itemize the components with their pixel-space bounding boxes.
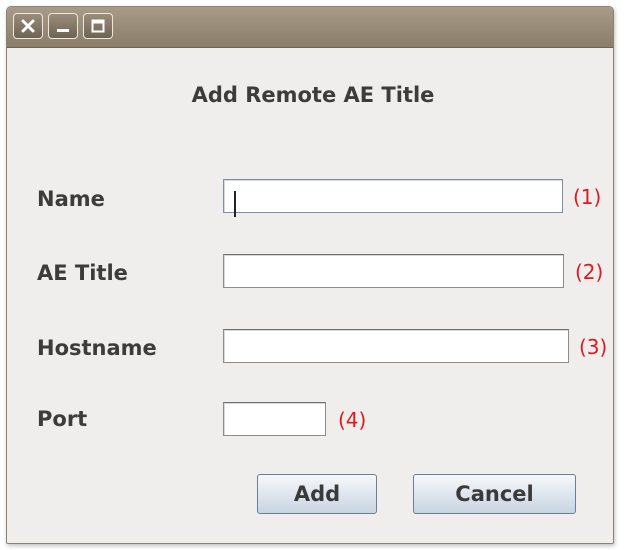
- port-label: Port: [37, 407, 88, 431]
- text-caret: [234, 191, 236, 217]
- ae-title-marker: (2): [575, 260, 604, 284]
- dialog-window: Add Remote AE Title Name (1) AE Title (2…: [6, 6, 614, 544]
- cancel-button[interactable]: Cancel: [413, 474, 576, 514]
- hostname-marker: (3): [579, 335, 608, 359]
- close-button[interactable]: [13, 13, 43, 39]
- ae-title-input[interactable]: [223, 254, 564, 288]
- hostname-label: Hostname: [37, 336, 157, 360]
- hostname-input[interactable]: [223, 329, 569, 363]
- maximize-icon: [91, 19, 105, 33]
- ae-title-label: AE Title: [37, 261, 128, 285]
- minimize-icon: [57, 29, 69, 32]
- dialog-title: Add Remote AE Title: [191, 83, 435, 107]
- minimize-button[interactable]: [48, 13, 78, 39]
- close-icon: [21, 19, 35, 33]
- port-input[interactable]: [223, 402, 326, 436]
- add-button[interactable]: Add: [257, 474, 377, 514]
- name-label: Name: [37, 187, 105, 211]
- maximize-button[interactable]: [83, 13, 113, 39]
- name-input[interactable]: [223, 179, 563, 213]
- port-marker: (4): [338, 408, 367, 432]
- title-bar[interactable]: [7, 7, 613, 48]
- name-marker: (1): [573, 185, 602, 209]
